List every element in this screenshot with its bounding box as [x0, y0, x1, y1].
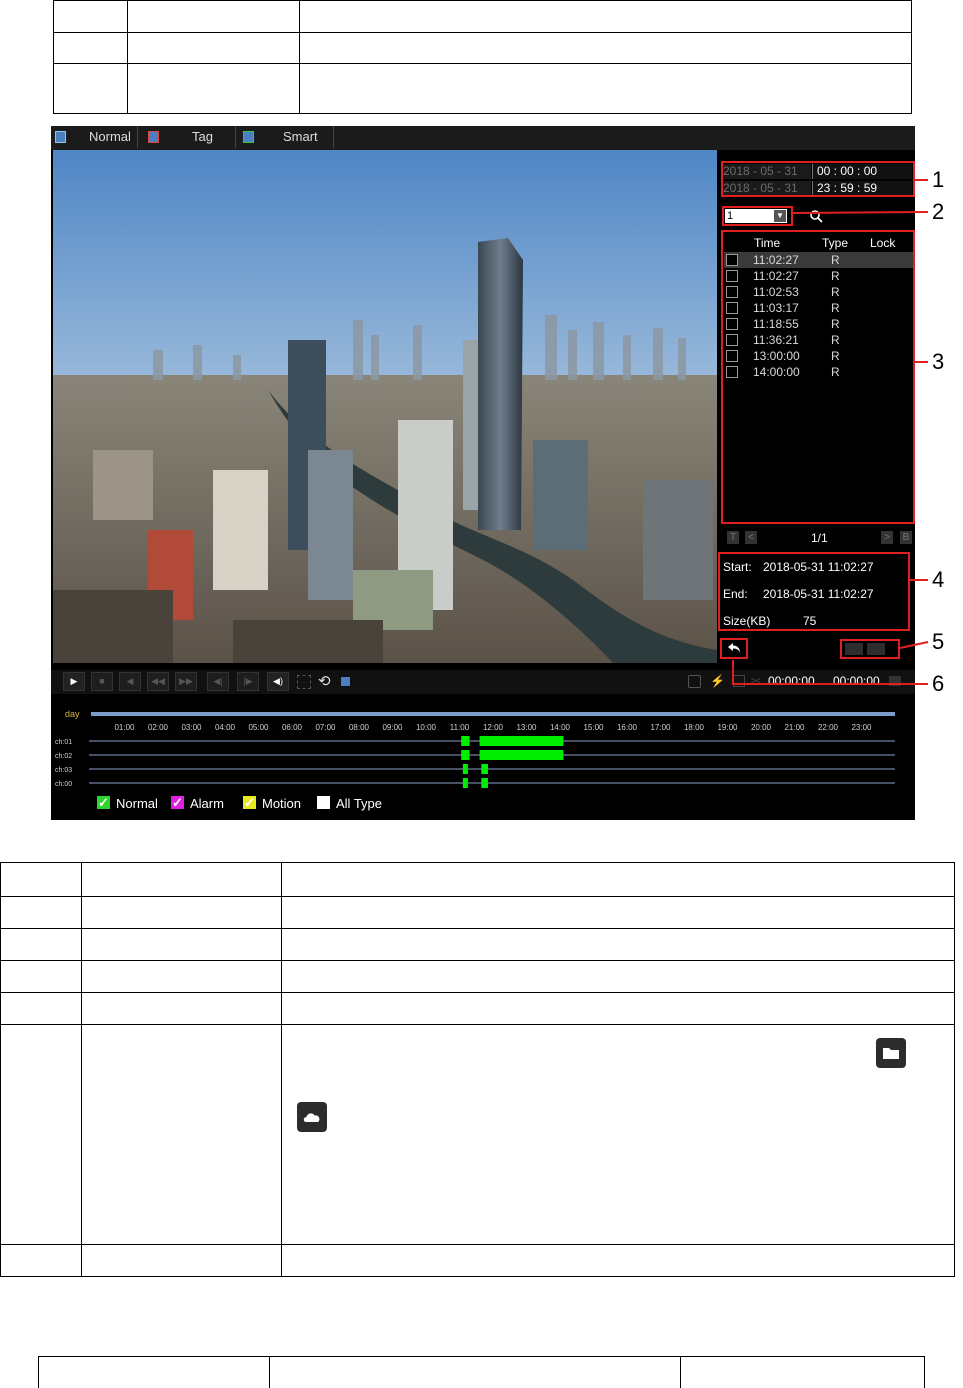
callout-number-3: 3	[932, 349, 945, 374]
description-table	[0, 862, 955, 1277]
callout-number-6: 6	[932, 671, 945, 696]
folder-icon	[876, 1038, 906, 1068]
callout-number-2: 2	[932, 199, 945, 224]
bottom-table	[38, 1356, 925, 1388]
callout-number-1: 1	[932, 167, 945, 192]
callout-number-5: 5	[932, 629, 945, 654]
callout-number-4: 4	[932, 567, 945, 592]
cloud-icon	[297, 1102, 327, 1132]
